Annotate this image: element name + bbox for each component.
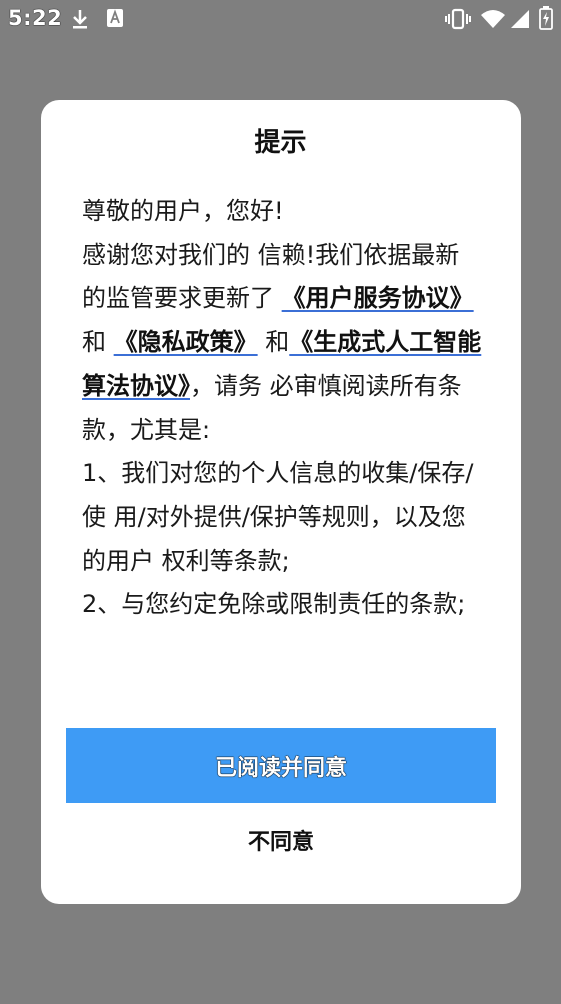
- clause-2-text: 2、与您约定免除或限制责任的条款;: [82, 590, 466, 619]
- agree-button[interactable]: 已阅读并同意: [66, 728, 496, 803]
- intro-paragraph: 感谢您对我们的 信赖!我们依据最新的监管要求更新了 《用户服务协议》 和 《隐私…: [82, 234, 482, 453]
- vibrate-icon: [445, 8, 471, 30]
- wifi-icon: [481, 10, 505, 28]
- a-notification-icon: [107, 9, 123, 27]
- disagree-button[interactable]: 不同意: [181, 812, 381, 868]
- status-bar: 5:22: [0, 0, 561, 40]
- connector-text: 和: [257, 328, 290, 357]
- battery-charging-icon: [539, 6, 553, 30]
- connector-text: 和: [82, 328, 114, 357]
- dialog-content[interactable]: 尊敬的用户，您好! 感谢您对我们的 信赖!我们依据最新的监管要求更新了 《用户服…: [82, 190, 482, 690]
- privacy-policy-link[interactable]: 《隐私政策》: [114, 328, 258, 356]
- content-fade: [41, 640, 521, 700]
- clause-1-text: 1、我们对您的个人信息的收集/保存/使 用/对外提供/保护等规则，以及您的用户 …: [82, 459, 474, 575]
- download-icon: [73, 10, 87, 29]
- user-agreement-link[interactable]: 《用户服务协议》: [282, 284, 474, 312]
- status-time: 5:22: [8, 6, 63, 30]
- greeting-text: 尊敬的用户，您好!: [82, 197, 284, 225]
- signal-icon: [511, 10, 529, 28]
- dialog-title: 提示: [254, 128, 307, 158]
